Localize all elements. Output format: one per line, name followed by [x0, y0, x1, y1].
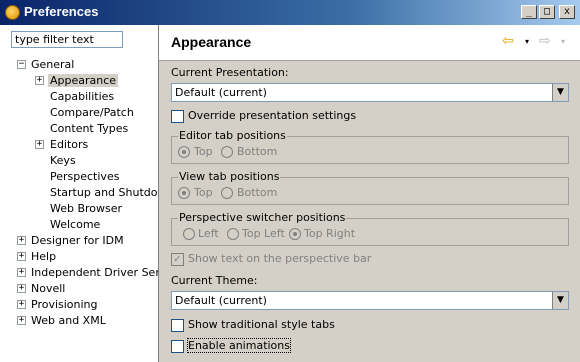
- switcher-top-left-radio[interactable]: [227, 228, 239, 240]
- dropdown-arrow-icon[interactable]: ▼: [552, 84, 568, 101]
- switcher-top-right-radio[interactable]: [289, 228, 301, 240]
- current-theme-label: Current Theme:: [171, 274, 258, 287]
- tree-item-web-and-xml[interactable]: + Web and XML: [17, 313, 106, 329]
- title-bar: Preferences _ □ x: [0, 0, 580, 25]
- tree-item-provisioning[interactable]: + Provisioning: [17, 297, 98, 313]
- tree-item-web-browser[interactable]: Web Browser: [50, 201, 122, 217]
- select-value: Default (current): [175, 294, 267, 307]
- expand-icon[interactable]: +: [17, 300, 26, 309]
- page-header: Appearance ⇦ ▾ ⇨ ▾: [159, 25, 580, 61]
- editor-tab-bottom-radio[interactable]: [221, 146, 233, 158]
- editor-tab-positions-group: Editor tab positions Top Bottom: [171, 129, 569, 164]
- tree-label: Web and XML: [31, 314, 106, 327]
- tree-item-startup-shutdown[interactable]: Startup and Shutdown: [50, 185, 158, 201]
- expand-icon[interactable]: +: [17, 284, 26, 293]
- group-title: View tab positions: [178, 170, 281, 183]
- tree-label: Help: [31, 250, 57, 263]
- close-button[interactable]: x: [559, 5, 575, 19]
- radio-label: Top: [194, 145, 213, 158]
- back-arrow-icon[interactable]: ⇦: [502, 33, 514, 49]
- current-presentation-select[interactable]: Default (current) ▼: [171, 83, 569, 102]
- radio-label: Bottom: [237, 186, 278, 199]
- tree-label: Appearance: [48, 74, 119, 87]
- tree-item-general[interactable]: − General: [17, 57, 74, 73]
- tree-item-designer-for-idm[interactable]: + Designer for IDM: [17, 233, 124, 249]
- radio-label: Top: [194, 186, 213, 199]
- group-title: Perspective switcher positions: [178, 211, 347, 224]
- radio-label: Left: [198, 227, 219, 240]
- minimize-button[interactable]: _: [521, 5, 537, 19]
- editor-tab-top-radio[interactable]: [178, 146, 190, 158]
- show-text-perspective-bar-label: Show text on the perspective bar: [188, 252, 372, 265]
- expand-icon[interactable]: +: [17, 268, 26, 277]
- tree-label: Novell: [31, 282, 66, 295]
- tree-item-independent-driver-service[interactable]: + Independent Driver Servic: [17, 265, 159, 281]
- window-title: Preferences: [24, 4, 99, 19]
- preferences-tree-pane: −General + Appearance Capabilities Compar…: [0, 25, 159, 362]
- enable-animations-label: Enable animations: [187, 338, 291, 353]
- forward-history-dropdown-icon[interactable]: ▾: [561, 37, 565, 46]
- expand-icon[interactable]: +: [17, 316, 26, 325]
- tree-label: Independent Driver Servic: [31, 266, 159, 279]
- traditional-tabs-label: Show traditional style tabs: [188, 318, 335, 331]
- filter-input[interactable]: [11, 31, 123, 48]
- show-text-perspective-bar-checkbox[interactable]: ✓: [171, 253, 184, 266]
- app-icon: [5, 5, 20, 20]
- current-theme-select[interactable]: Default (current) ▼: [171, 291, 569, 310]
- expand-icon[interactable]: +: [35, 140, 44, 149]
- override-presentation-label: Override presentation settings: [188, 109, 357, 122]
- traditional-tabs-checkbox[interactable]: [171, 319, 184, 332]
- radio-label: Top Left: [242, 227, 285, 240]
- tree-label: Designer for IDM: [31, 234, 124, 247]
- enable-animations-checkbox[interactable]: [171, 340, 184, 353]
- radio-label: Bottom: [237, 145, 278, 158]
- preference-page: Appearance ⇦ ▾ ⇨ ▾ Current Presentation:…: [159, 25, 580, 362]
- select-value: Default (current): [175, 86, 267, 99]
- current-presentation-label: Current Presentation:: [171, 66, 289, 79]
- collapse-icon[interactable]: −: [17, 60, 26, 69]
- tree-item-editors[interactable]: + Editors: [35, 137, 88, 153]
- page-title: Appearance: [171, 34, 252, 50]
- tree-label: General: [31, 58, 75, 71]
- maximize-button[interactable]: □: [539, 5, 555, 19]
- perspective-switcher-positions-group: Perspective switcher positions Left Top …: [171, 211, 569, 246]
- view-tab-top-radio[interactable]: [178, 187, 190, 199]
- tree-item-keys[interactable]: Keys: [50, 153, 76, 169]
- forward-arrow-icon[interactable]: ⇨: [539, 33, 551, 49]
- switcher-left-radio[interactable]: [183, 228, 195, 240]
- tree-item-novell[interactable]: + Novell: [17, 281, 65, 297]
- tree-item-welcome[interactable]: Welcome: [50, 217, 100, 233]
- tree-item-help[interactable]: + Help: [17, 249, 56, 265]
- tree-label: Provisioning: [31, 298, 98, 311]
- tree-item-perspectives[interactable]: Perspectives: [50, 169, 119, 185]
- radio-label: Top Right: [304, 227, 356, 240]
- back-history-dropdown-icon[interactable]: ▾: [525, 37, 529, 46]
- group-title: Editor tab positions: [178, 129, 287, 142]
- tree-item-content-types[interactable]: Content Types: [50, 121, 128, 137]
- expand-icon[interactable]: +: [35, 76, 44, 85]
- tree-item-capabilities[interactable]: Capabilities: [50, 89, 114, 105]
- override-presentation-checkbox[interactable]: [171, 110, 184, 123]
- tree-label: Editors: [50, 138, 89, 151]
- expand-icon[interactable]: +: [17, 236, 26, 245]
- dropdown-arrow-icon[interactable]: ▼: [552, 292, 568, 309]
- expand-icon[interactable]: +: [17, 252, 26, 261]
- tree-item-compare-patch[interactable]: Compare/Patch: [50, 105, 134, 121]
- view-tab-bottom-radio[interactable]: [221, 187, 233, 199]
- view-tab-positions-group: View tab positions Top Bottom: [171, 170, 569, 205]
- tree-item-appearance[interactable]: + Appearance: [35, 73, 119, 89]
